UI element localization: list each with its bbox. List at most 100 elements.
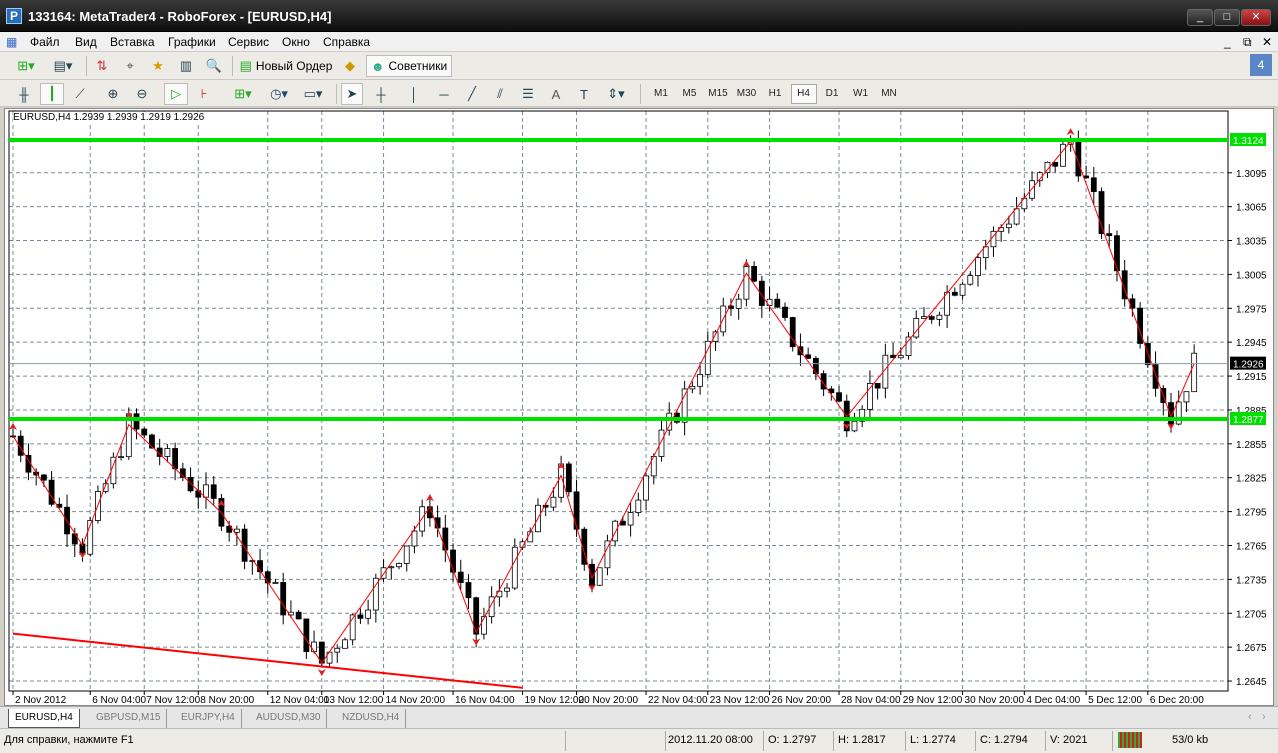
zoom-out-icon[interactable]: ⊖ [132,83,152,105]
menu-view[interactable]: Вид [75,35,97,49]
minimize-button[interactable]: _ [1187,9,1213,26]
time-tick-label: 23 Nov 12:00 [710,695,770,705]
ohlc-label: EURUSD,H4 1.2939 1.2939 1.2919 1.2926 [13,112,205,123]
cursor-icon[interactable]: ➤ [341,83,363,105]
timeframe-w1[interactable]: W1 [848,84,874,104]
chart-shift-icon[interactable]: ⊦ [194,83,214,105]
timeframe-h4[interactable]: H4 [790,84,817,104]
time-tick-label: 28 Nov 04:00 [841,695,901,705]
menu-file[interactable]: Файл [30,35,60,49]
timeframe-m5[interactable]: M5 [677,84,703,104]
candle-bull [233,528,240,533]
time-tick-label: 6 Nov 04:00 [92,695,146,705]
timeframe-m30[interactable]: M30 [734,84,760,104]
price-tick-label: 1.2825 [1236,474,1267,485]
status-close: C: 1.2794 [980,734,1028,746]
bar-chart-icon[interactable]: ╫ [14,83,34,105]
menu-help[interactable]: Справка [323,35,370,49]
price-tick-label: 1.3065 [1236,203,1267,214]
connection-status-icon[interactable] [1118,732,1142,748]
level-price-label: 1.3124 [1233,136,1264,147]
equidistant-channel-icon[interactable]: ⫽ [490,83,510,105]
zoom-in-icon[interactable]: ⊕ [103,83,123,105]
tab-audusd-m30[interactable]: AUDUSD,M30 [250,709,328,728]
price-chart[interactable]: 1.3095 1.3065 1.3035 1.3005 1.2975 1.2945 1.29… [5,109,1273,705]
candle-bear [1090,177,1097,192]
notifications-icon[interactable]: 4 [1250,54,1272,76]
menu-insert[interactable]: Вставка [110,35,155,49]
horizontal-line-icon[interactable]: ─ [434,83,454,105]
maximize-button[interactable]: □ [1214,9,1240,26]
timeframe-mn[interactable]: MN [876,84,902,104]
candle-bull [596,567,603,586]
child-close-button[interactable]: ✕ [1262,35,1272,49]
status-high: H: 1.2817 [838,734,886,746]
arrows-icon[interactable]: ⇕▾ [602,83,630,105]
charts-toolbar: ╫ ┃ ⟋ ⊕ ⊖ ▷ ⊦ ⊞▾ ◷▾ ▭▾ ➤ ┼ │ ─ ╱ ⫽ ☰ A T… [0,80,1278,107]
child-restore-button[interactable]: ⧉ [1243,35,1252,50]
price-tick-label: 1.2795 [1236,508,1267,519]
candle-bull [118,456,124,459]
candle-bull [851,420,858,432]
tab-gbpusd-m15[interactable]: GBPUSD,M15 [90,709,168,728]
experts-button[interactable]: ☻ Советники [366,55,452,77]
candle-bear [1106,233,1113,237]
menu-charts[interactable]: Графики [168,35,216,49]
candle-bull [743,266,750,300]
candlestick-chart-icon[interactable]: ┃ [40,83,64,105]
candle-bull [967,275,974,285]
candle-bull [921,316,927,319]
status-open: O: 1.2797 [768,734,817,746]
price-tick-label: 1.2975 [1236,304,1267,315]
trendline-icon[interactable]: ╱ [462,83,482,105]
terminal-icon[interactable]: ▥ [176,55,196,77]
menu-window[interactable]: Окно [282,35,310,49]
vertical-line-icon[interactable]: │ [404,83,424,105]
crosshair-icon[interactable]: ┼ [370,83,392,105]
menu-tools[interactable]: Сервис [228,35,269,49]
chart-menu-icon[interactable]: ▦ [6,35,17,49]
candle-bull [203,484,209,498]
candle-bull [403,545,410,564]
new-order-button[interactable]: ▤ Новый Ордер [238,55,334,77]
time-tick-label: 4 Dec 04:00 [1026,695,1080,705]
candle-bull [1191,352,1198,393]
tab-scroll-right-icon[interactable]: › [1262,711,1266,723]
timeframe-m1[interactable]: M1 [648,84,674,104]
tab-eurjpy-h4[interactable]: EURJPY,H4 [175,709,242,728]
autotrading-warning-icon[interactable]: ◆ [340,55,360,77]
status-datetime: 2012.11.20 08:00 [668,734,753,746]
timeframe-m15[interactable]: M15 [705,84,731,104]
timeframe-d1[interactable]: D1 [819,84,845,104]
candle-bull [635,499,642,513]
text-label-icon[interactable]: T [574,83,594,105]
favorites-icon[interactable]: ★ [148,55,168,77]
templates-icon[interactable]: ▭▾ [298,83,328,105]
candle-bull [658,429,665,457]
price-tick-label: 1.2645 [1236,677,1267,688]
candle-bull [735,298,742,309]
indicators-icon[interactable]: ⊞▾ [228,83,258,105]
line-chart-icon[interactable]: ⟋ [70,83,90,105]
tab-eurusd-h4[interactable]: EURUSD,H4 [8,709,80,728]
market-watch-icon[interactable]: ⇅ [92,55,112,77]
fibonacci-icon[interactable]: ☰ [518,83,538,105]
navigator-icon[interactable]: ⌖ [120,55,140,77]
autoscroll-icon[interactable]: ▷ [164,83,188,105]
experts-icon: ☻ [370,58,385,74]
child-minimize-button[interactable]: _ [1224,35,1231,49]
candle-bear [40,474,47,481]
close-button[interactable]: ✕ [1241,9,1271,26]
text-icon[interactable]: A [546,83,566,105]
tab-nzdusd-h4[interactable]: NZDUSD,H4 [336,709,407,728]
current-price-label: 1.2926 [1233,360,1264,371]
time-tick-label: 6 Dec 20:00 [1150,695,1204,705]
candle-bear [133,413,140,430]
tab-scroll-left-icon[interactable]: ‹ [1248,711,1252,723]
profiles-icon[interactable]: ▤▾ [48,55,78,77]
new-chart-icon[interactable]: ⊞▾ [10,55,42,77]
tester-icon[interactable]: 🔍 [204,55,224,77]
timeframe-h1[interactable]: H1 [762,84,788,104]
periods-icon[interactable]: ◷▾ [264,83,294,105]
chart-window[interactable]: 1.3095 1.3065 1.3035 1.3005 1.2975 1.2945 1.29… [4,108,1274,706]
